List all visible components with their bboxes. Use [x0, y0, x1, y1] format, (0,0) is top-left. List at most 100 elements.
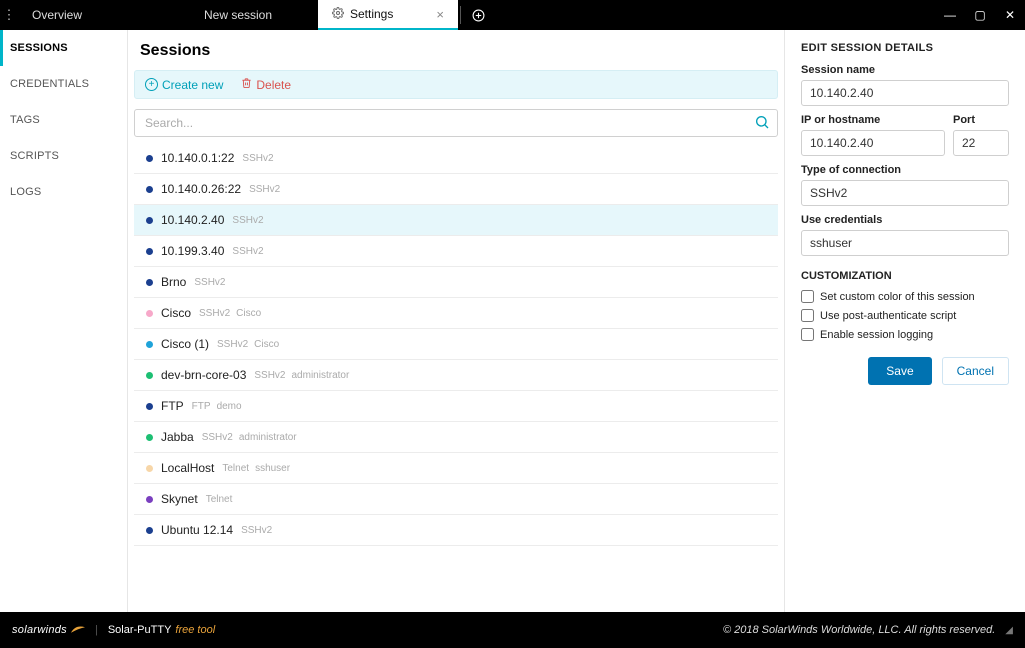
- window-close[interactable]: ✕: [995, 0, 1025, 30]
- port-input[interactable]: [953, 130, 1009, 156]
- chk-post-auth-script-box[interactable]: [801, 309, 814, 322]
- session-protocol: Telnet: [222, 463, 249, 474]
- add-tab-button[interactable]: [463, 0, 493, 30]
- tab-new-session-label: New session: [204, 8, 272, 22]
- session-name-input[interactable]: [801, 80, 1009, 106]
- body: SESSIONSCREDENTIALSTAGSSCRIPTSLOGS Sessi…: [0, 30, 1025, 612]
- session-name: 10.140.0.26:22: [161, 182, 241, 196]
- product-name: Solar-PuTTY: [108, 624, 172, 636]
- action-bar: + Create new Delete: [134, 70, 778, 99]
- panel-buttons: Save Cancel: [801, 357, 1009, 385]
- search-box: [134, 109, 778, 137]
- window-controls: — ▢ ✕: [935, 0, 1025, 30]
- footer: solarwinds | Solar-PuTTY free tool © 201…: [0, 612, 1025, 648]
- resize-grip-icon[interactable]: ◢: [1005, 625, 1013, 636]
- search-icon[interactable]: [754, 114, 770, 135]
- session-row[interactable]: BrnoSSHv2: [134, 267, 778, 298]
- delete-label: Delete: [256, 78, 291, 92]
- session-color-dot: [146, 310, 153, 317]
- chk-custom-color-box[interactable]: [801, 290, 814, 303]
- session-name: Cisco: [161, 306, 191, 320]
- cancel-button[interactable]: Cancel: [942, 357, 1009, 385]
- session-row[interactable]: Cisco (1)SSHv2Cisco: [134, 329, 778, 360]
- session-protocol: SSHv2: [249, 184, 280, 195]
- cred-select[interactable]: sshuser: [801, 230, 1009, 256]
- sidebar-item-scripts[interactable]: SCRIPTS: [0, 138, 127, 174]
- top-tab-bar: ⋮ Overview New session Settings × — ▢ ✕: [0, 0, 1025, 30]
- session-row[interactable]: 10.140.2.40 SSHv2: [134, 205, 778, 236]
- session-name: dev-brn-core-03: [161, 368, 246, 382]
- copyright: © 2018 SolarWinds Worldwide, LLC. All ri…: [723, 624, 995, 636]
- edit-panel: EDIT SESSION DETAILS Session name IP or …: [785, 30, 1025, 612]
- session-name: Skynet: [161, 492, 198, 506]
- tab-settings-label: Settings: [350, 7, 393, 21]
- session-name: 10.199.3.40: [161, 244, 224, 258]
- session-name: Jabba: [161, 430, 194, 444]
- session-name: Ubuntu 12.14: [161, 523, 233, 537]
- create-new-label: Create new: [162, 78, 223, 92]
- session-row[interactable]: FTPFTPdemo: [134, 391, 778, 422]
- session-row[interactable]: 10.140.0.1:22 SSHv2: [134, 143, 778, 174]
- brand-swoosh-icon: [71, 625, 85, 635]
- session-row[interactable]: dev-brn-core-03SSHv2administrator: [134, 360, 778, 391]
- session-row[interactable]: LocalHost Telnet sshuser: [134, 453, 778, 484]
- create-new-button[interactable]: + Create new: [145, 78, 223, 92]
- free-tool-label: free tool: [175, 624, 215, 636]
- chk-post-auth-script[interactable]: Use post-authenticate script: [801, 309, 1009, 322]
- delete-button[interactable]: Delete: [241, 77, 291, 92]
- window-maximize[interactable]: ▢: [965, 0, 995, 30]
- menu-dots-icon[interactable]: ⋮: [0, 0, 18, 30]
- tab-settings[interactable]: Settings ×: [318, 0, 458, 30]
- session-name: 10.140.0.1:22: [161, 151, 234, 165]
- session-credential: administrator: [239, 432, 297, 443]
- session-protocol: SSHv2: [232, 215, 263, 226]
- session-color-dot: [146, 527, 153, 534]
- session-credential: sshuser: [255, 463, 290, 474]
- sidebar-item-sessions[interactable]: SESSIONS: [0, 30, 127, 66]
- session-color-dot: [146, 186, 153, 193]
- session-name-label: Session name: [801, 64, 1009, 76]
- tab-new-session[interactable]: New session: [158, 0, 318, 30]
- session-row[interactable]: JabbaSSHv2administrator: [134, 422, 778, 453]
- ip-input[interactable]: [801, 130, 945, 156]
- session-row[interactable]: 10.199.3.40SSHv2: [134, 236, 778, 267]
- session-name: LocalHost: [161, 461, 214, 475]
- session-protocol: SSHv2: [241, 525, 272, 536]
- session-credential: Cisco: [254, 339, 279, 350]
- session-name: 10.140.2.40: [161, 213, 224, 227]
- tab-overview[interactable]: Overview: [18, 0, 158, 30]
- session-credential: demo: [217, 401, 242, 412]
- sidebar-item-credentials[interactable]: CREDENTIALS: [0, 66, 127, 102]
- session-row[interactable]: Ubuntu 12.14 SSHv2: [134, 515, 778, 546]
- gear-icon: [332, 7, 344, 22]
- chk-custom-color[interactable]: Set custom color of this session: [801, 290, 1009, 303]
- chk-session-logging[interactable]: Enable session logging: [801, 328, 1009, 341]
- session-color-dot: [146, 248, 153, 255]
- plus-circle-icon: +: [145, 78, 158, 91]
- session-row[interactable]: Cisco SSHv2 Cisco: [134, 298, 778, 329]
- topbar-spacer: [493, 0, 935, 30]
- tab-overview-label: Overview: [32, 8, 82, 22]
- session-credential: Cisco: [236, 308, 261, 319]
- tab-close-icon[interactable]: ×: [422, 7, 444, 22]
- session-color-dot: [146, 155, 153, 162]
- type-select[interactable]: SSHv2: [801, 180, 1009, 206]
- brand-logo: solarwinds: [12, 624, 85, 636]
- session-protocol: SSHv2: [194, 277, 225, 288]
- session-color-dot: [146, 465, 153, 472]
- session-protocol: SSHv2: [199, 308, 230, 319]
- session-name: Cisco (1): [161, 337, 209, 351]
- sidebar-item-tags[interactable]: TAGS: [0, 102, 127, 138]
- session-protocol: SSHv2: [242, 153, 273, 164]
- session-row[interactable]: Skynet Telnet: [134, 484, 778, 515]
- session-protocol: Telnet: [206, 494, 233, 505]
- session-color-dot: [146, 217, 153, 224]
- sidebar-item-logs[interactable]: LOGS: [0, 174, 127, 210]
- cred-label: Use credentials: [801, 214, 1009, 226]
- save-button[interactable]: Save: [868, 357, 931, 385]
- window-minimize[interactable]: —: [935, 0, 965, 30]
- chk-session-logging-box[interactable]: [801, 328, 814, 341]
- panel-heading: EDIT SESSION DETAILS: [801, 42, 1009, 54]
- session-row[interactable]: 10.140.0.26:22 SSHv2: [134, 174, 778, 205]
- search-input[interactable]: [134, 109, 778, 137]
